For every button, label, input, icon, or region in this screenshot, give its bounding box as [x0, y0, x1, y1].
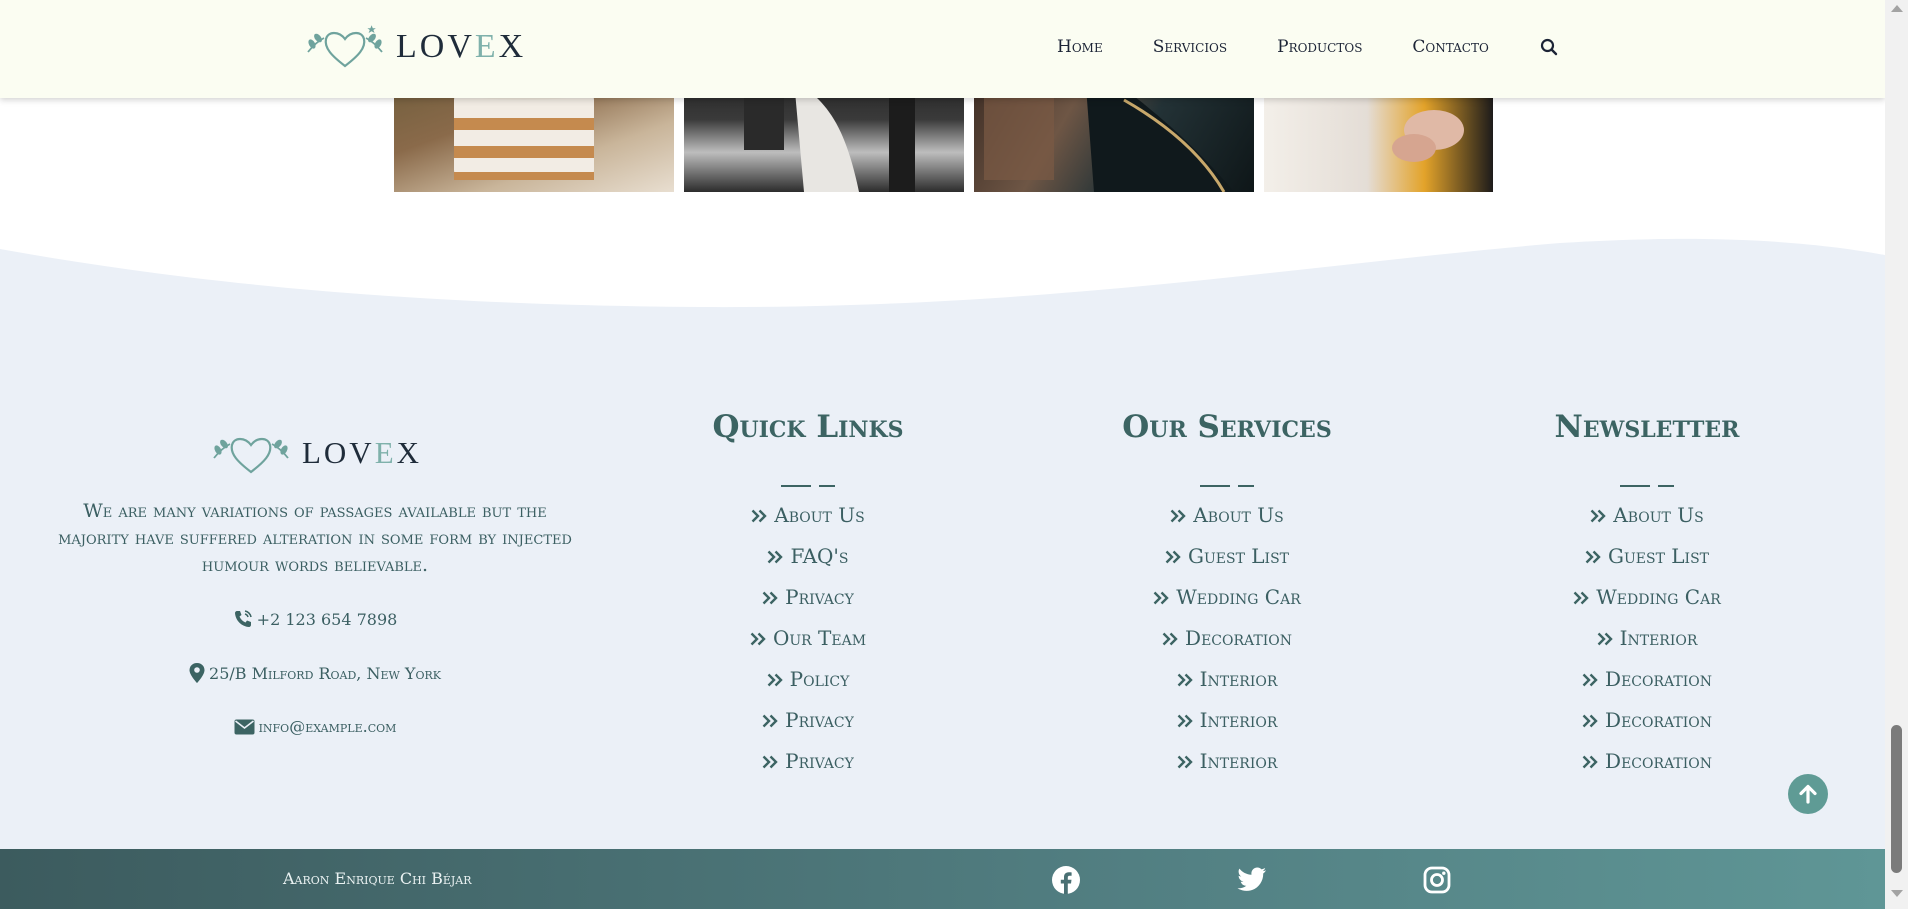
logo-wordmark: LOVEX — [301, 435, 423, 470]
link-wedding-car[interactable]: Wedding Car — [1062, 577, 1392, 618]
chevron-double-right-icon — [762, 755, 778, 768]
link-policy[interactable]: Policy — [643, 659, 973, 700]
link-guest-list[interactable]: Guest List — [1062, 536, 1392, 577]
page: LOVEX Home Servicios Productos Contacto — [0, 0, 1885, 909]
link-interior[interactable]: Interior — [1062, 700, 1392, 741]
location-pin-icon — [189, 663, 205, 683]
footer-quick-links: Quick Links About Us FAQ's Privacy Our T… — [643, 404, 973, 782]
facebook-link[interactable] — [1050, 864, 1082, 896]
nav-servicios[interactable]: Servicios — [1153, 36, 1227, 58]
main-nav: Home Servicios Productos Contacto — [1057, 36, 1559, 58]
envelope-icon — [234, 719, 255, 734]
site-header: LOVEX Home Servicios Productos Contacto — [0, 0, 1885, 98]
footer-credit: Aaron Enrique Chi Béjar — [283, 869, 472, 888]
logo-wordmark: LOVEX — [396, 28, 527, 65]
header-logo[interactable]: LOVEX — [302, 24, 526, 70]
chevron-double-right-icon — [750, 632, 766, 645]
link-decoration[interactable]: Decoration — [1482, 700, 1812, 741]
our-services-list: About Us Guest List Wedding Car Decorati… — [1062, 495, 1392, 782]
footer-newsletter: Newsletter About Us Guest List Wedding C… — [1482, 404, 1812, 782]
heart-laurel-icon — [213, 437, 289, 474]
link-about-us[interactable]: About Us — [1482, 495, 1812, 536]
footer-wave — [0, 238, 1885, 315]
chevron-double-right-icon — [1573, 591, 1589, 604]
chevron-double-right-icon — [1597, 632, 1613, 645]
chevron-double-right-icon — [768, 550, 784, 563]
chevron-double-right-icon — [1582, 673, 1598, 686]
chevron-double-right-icon — [1590, 509, 1606, 522]
scroll-to-top-button[interactable] — [1788, 774, 1828, 814]
link-interior[interactable]: Interior — [1482, 618, 1812, 659]
footer-bottom-bar: Aaron Enrique Chi Béjar — [0, 849, 1885, 909]
instagram-link[interactable] — [1421, 864, 1453, 896]
chevron-double-right-icon — [1162, 632, 1178, 645]
link-privacy[interactable]: Privacy — [643, 700, 973, 741]
link-privacy[interactable]: Privacy — [643, 577, 973, 618]
arrow-up-icon — [1799, 784, 1817, 804]
title-divider — [1620, 480, 1674, 490]
chevron-double-right-icon — [1170, 509, 1186, 522]
about-description: We are many variations of passages avail… — [58, 500, 572, 576]
link-guest-list[interactable]: Guest List — [1482, 536, 1812, 577]
phone-icon — [234, 610, 252, 627]
scrollbar-thumb[interactable] — [1891, 725, 1902, 873]
quick-links-title: Quick Links — [712, 409, 904, 445]
link-decoration[interactable]: Decoration — [1482, 659, 1812, 700]
contact-email[interactable]: info@example.com — [45, 717, 585, 736]
instagram-icon — [1423, 866, 1451, 894]
link-our-team[interactable]: Our Team — [643, 618, 973, 659]
footer-logo[interactable]: LOVEX — [208, 430, 422, 476]
chevron-double-right-icon — [751, 509, 767, 522]
link-interior[interactable]: Interior — [1062, 741, 1392, 782]
nav-productos[interactable]: Productos — [1277, 36, 1362, 58]
title-divider — [781, 480, 835, 490]
our-services-title: Our Services — [1122, 409, 1332, 445]
contact-email-text: info@example.com — [258, 717, 397, 736]
contact-phone[interactable]: +2 123 654 7898 — [45, 609, 585, 629]
contact-address[interactable]: 25/B Milford Road, New York — [45, 663, 585, 683]
link-interior[interactable]: Interior — [1062, 659, 1392, 700]
contact-address-text: 25/B Milford Road, New York — [209, 663, 441, 683]
chevron-double-right-icon — [762, 714, 778, 727]
nav-home[interactable]: Home — [1057, 36, 1103, 58]
newsletter-list: About Us Guest List Wedding Car Interior… — [1482, 495, 1812, 782]
chevron-double-right-icon — [1177, 714, 1193, 727]
contact-phone-text: +2 123 654 7898 — [256, 609, 398, 629]
chevron-double-right-icon — [1165, 550, 1181, 563]
heart-laurel-icon — [307, 25, 383, 68]
footer-about: LOVEX We are many variations of passages… — [45, 430, 585, 736]
link-decoration[interactable]: Decoration — [1482, 741, 1812, 782]
link-decoration[interactable]: Decoration — [1062, 618, 1392, 659]
facebook-icon — [1052, 866, 1080, 894]
search-button[interactable] — [1539, 36, 1559, 58]
twitter-icon — [1237, 867, 1266, 891]
chevron-double-right-icon — [1153, 591, 1169, 604]
chevron-double-right-icon — [1585, 550, 1601, 563]
search-icon — [1540, 38, 1558, 56]
quick-links-list: About Us FAQ's Privacy Our Team Policy P… — [643, 495, 973, 782]
scroll-up-arrow[interactable] — [1891, 5, 1903, 12]
link-about-us[interactable]: About Us — [643, 495, 973, 536]
chevron-double-right-icon — [1177, 755, 1193, 768]
chevron-double-right-icon — [762, 591, 778, 604]
chevron-double-right-icon — [1177, 673, 1193, 686]
nav-contacto[interactable]: Contacto — [1412, 36, 1488, 58]
link-faqs[interactable]: FAQ's — [643, 536, 973, 577]
footer-our-services: Our Services About Us Guest List Wedding… — [1062, 404, 1392, 782]
chevron-double-right-icon — [1582, 714, 1598, 727]
chevron-double-right-icon — [1582, 755, 1598, 768]
chevron-double-right-icon — [767, 673, 783, 686]
title-divider — [1200, 480, 1254, 490]
newsletter-title: Newsletter — [1554, 409, 1740, 445]
twitter-link[interactable] — [1236, 864, 1268, 896]
vertical-scrollbar[interactable] — [1885, 0, 1908, 909]
scroll-down-arrow[interactable] — [1891, 890, 1903, 897]
link-about-us[interactable]: About Us — [1062, 495, 1392, 536]
link-wedding-car[interactable]: Wedding Car — [1482, 577, 1812, 618]
link-privacy[interactable]: Privacy — [643, 741, 973, 782]
